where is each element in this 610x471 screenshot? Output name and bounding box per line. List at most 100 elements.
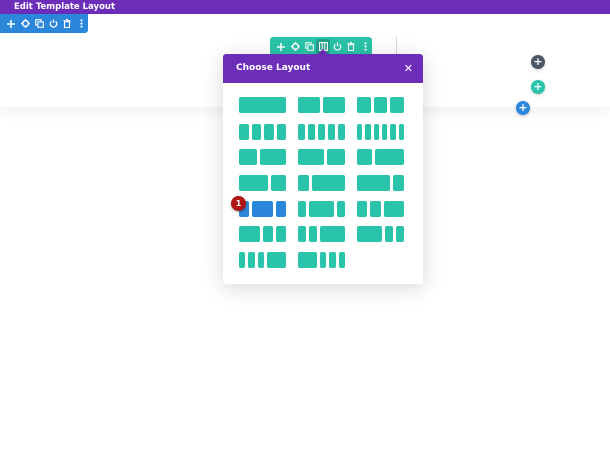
close-icon[interactable]: ✕ <box>404 54 413 83</box>
layout-column <box>298 252 317 268</box>
layout-column <box>308 124 315 140</box>
layout-column <box>267 252 286 268</box>
add-section-button[interactable]: + <box>516 101 530 115</box>
layout-option[interactable] <box>357 149 404 165</box>
layout-option[interactable] <box>298 201 345 217</box>
layout-column <box>384 226 393 242</box>
layout-column <box>309 226 318 242</box>
layout-column <box>275 226 286 242</box>
layout-column <box>239 124 249 140</box>
layout-column <box>357 149 372 165</box>
layout-option[interactable] <box>239 252 286 268</box>
settings-icon[interactable] <box>18 16 32 32</box>
column-divider <box>396 37 397 55</box>
layout-column <box>251 124 261 140</box>
layout-option[interactable] <box>298 252 345 268</box>
duplicate-icon[interactable] <box>32 16 46 32</box>
layout-option[interactable] <box>239 124 286 140</box>
toggle-icon[interactable] <box>330 39 344 55</box>
layout-column <box>357 175 390 191</box>
more-icon[interactable] <box>74 16 88 32</box>
layout-column <box>374 149 404 165</box>
layout-option[interactable] <box>298 124 345 140</box>
duplicate-icon[interactable] <box>302 39 316 55</box>
page-title: Edit Template Layout <box>14 2 116 12</box>
layout-column <box>264 124 274 140</box>
layout-column <box>312 175 345 191</box>
layout-column <box>298 124 305 140</box>
layout-column <box>373 97 388 113</box>
layout-column <box>275 201 286 217</box>
layout-column <box>327 149 345 165</box>
layout-option[interactable] <box>357 201 404 217</box>
layout-option[interactable] <box>239 175 286 191</box>
layout-column <box>357 226 382 242</box>
layout-column <box>239 97 286 113</box>
add-icon[interactable] <box>4 16 18 32</box>
layout-column <box>298 97 320 113</box>
layout-column <box>259 149 286 165</box>
layout-column <box>373 124 379 140</box>
layout-option[interactable] <box>298 226 345 242</box>
layout-option[interactable] <box>239 97 286 113</box>
layout-column <box>239 252 246 268</box>
layout-column <box>336 201 345 217</box>
step-badge: 1 <box>231 196 246 211</box>
layout-option[interactable] <box>239 226 286 242</box>
more-icon[interactable] <box>358 39 372 55</box>
layout-column <box>393 175 404 191</box>
layout-column <box>357 201 368 217</box>
layout-column <box>382 124 388 140</box>
delete-icon[interactable] <box>60 16 74 32</box>
layout-column <box>329 252 336 268</box>
add-row-button[interactable]: + <box>531 80 545 94</box>
settings-icon[interactable] <box>288 39 302 55</box>
layout-column <box>338 124 345 140</box>
layout-column <box>320 226 345 242</box>
layout-column <box>257 252 264 268</box>
layout-column <box>271 175 286 191</box>
add-icon[interactable] <box>274 39 288 55</box>
layout-column <box>357 97 371 113</box>
layout-column <box>318 124 325 140</box>
top-bar: Edit Template Layout <box>0 0 610 14</box>
layout-column <box>239 226 260 242</box>
layout-column <box>262 226 273 242</box>
layout-option[interactable] <box>239 149 286 165</box>
layout-column <box>398 124 404 140</box>
choose-layout-modal: Choose Layout ✕ <box>223 54 423 284</box>
modal-title: Choose Layout <box>236 63 311 73</box>
layout-column <box>390 97 404 113</box>
layout-column <box>298 175 309 191</box>
layout-column <box>328 124 335 140</box>
layout-column <box>298 201 307 217</box>
layout-option[interactable] <box>298 175 345 191</box>
layout-option[interactable] <box>298 97 345 113</box>
layout-option[interactable] <box>298 149 345 165</box>
layout-column <box>276 124 286 140</box>
layout-option[interactable] <box>357 226 404 242</box>
layout-column <box>370 201 381 217</box>
layout-column <box>395 226 404 242</box>
layout-column <box>239 175 269 191</box>
layout-column <box>390 124 396 140</box>
layout-column <box>323 97 345 113</box>
layout-column <box>252 201 273 217</box>
layout-column <box>248 252 255 268</box>
add-module-button[interactable]: + <box>531 55 545 69</box>
layout-option[interactable] <box>357 97 404 113</box>
layout-column <box>338 252 345 268</box>
toggle-icon[interactable] <box>46 16 60 32</box>
layout-option[interactable] <box>357 175 404 191</box>
section-toolbar <box>0 14 88 33</box>
layout-option[interactable] <box>239 201 286 217</box>
delete-icon[interactable] <box>344 39 358 55</box>
layout-column <box>320 252 327 268</box>
layout-column <box>298 226 307 242</box>
layout-column <box>298 149 325 165</box>
layout-column <box>357 124 363 140</box>
layout-option[interactable] <box>357 124 404 140</box>
layout-column <box>383 201 404 217</box>
modal-header: Choose Layout ✕ <box>223 54 423 83</box>
layout-column <box>365 124 371 140</box>
